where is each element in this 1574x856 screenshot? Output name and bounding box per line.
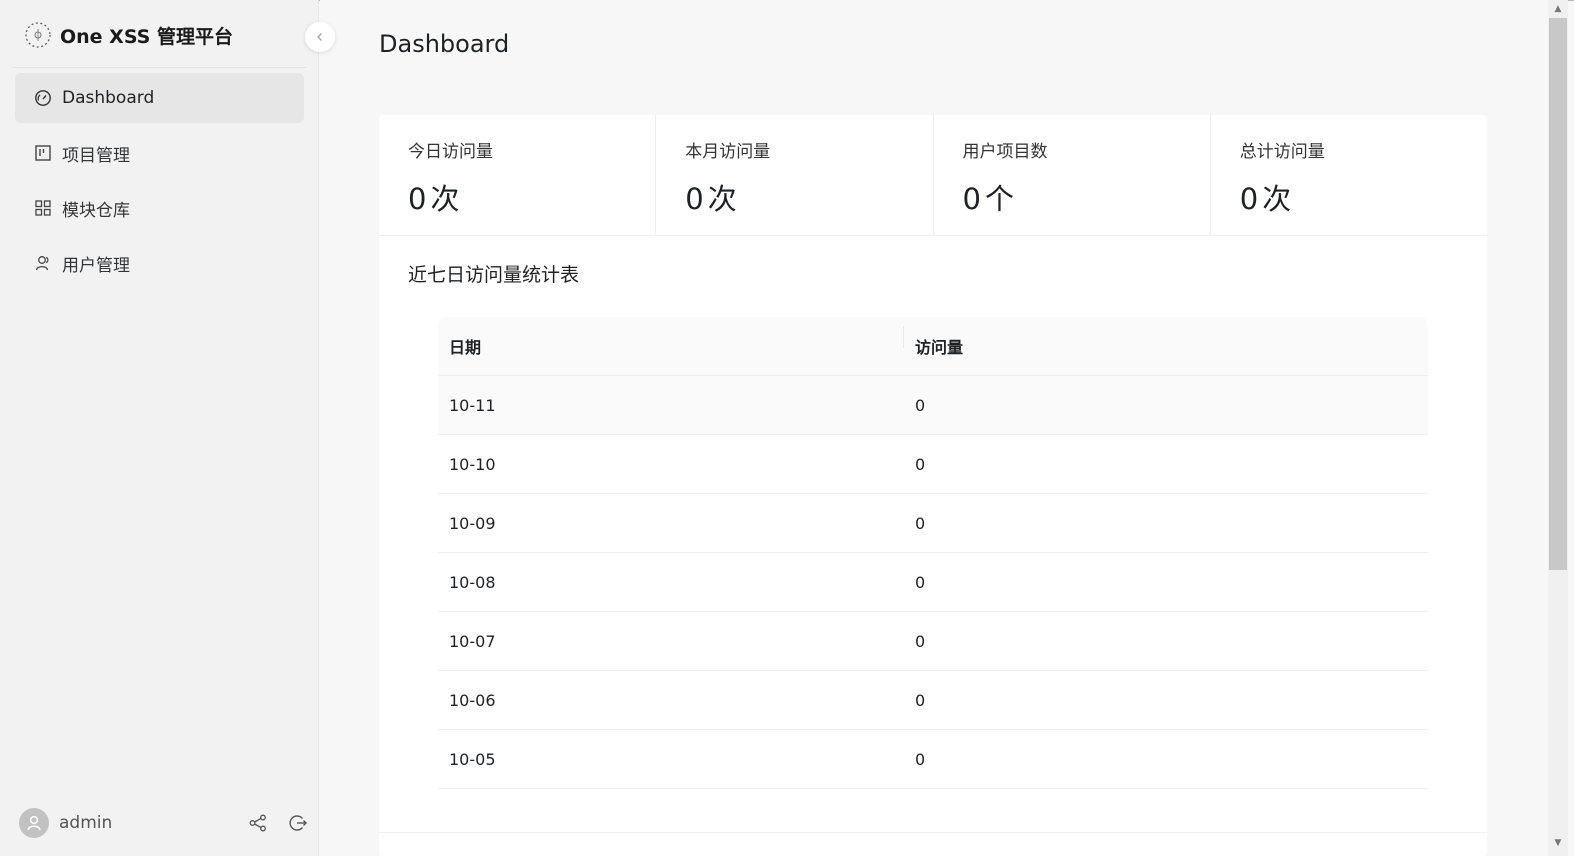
- table-row: 10-07 0: [438, 612, 1428, 671]
- table-row: 10-05 0: [438, 730, 1428, 789]
- brand-title: One XSS 管理平台: [60, 25, 233, 48]
- visits-table: 日期 访问量 10-11 0 10-10 0 10-09 0 10-08 0 1…: [438, 317, 1428, 789]
- stat-value: 0次: [1239, 182, 1292, 216]
- cell-date: 10-07: [449, 631, 496, 651]
- cell-visits: 0: [915, 454, 926, 474]
- sidebar-menu: Dashboard 项目管理 模块仓库 用户管理: [15, 73, 304, 293]
- logout-icon[interactable]: [287, 812, 309, 834]
- cell-visits: 0: [915, 513, 926, 533]
- cell-visits: 0: [915, 395, 926, 415]
- cell-visits: 0: [915, 631, 926, 651]
- avatar[interactable]: [19, 808, 49, 838]
- table-title: 近七日访问量统计表: [408, 264, 580, 286]
- column-header-date[interactable]: 日期: [438, 326, 904, 358]
- user-icon: [27, 815, 41, 831]
- main-content: Dashboard 今日访问量 0次 本月访问量 0次 用户项目数 0个 总计访…: [320, 0, 1548, 856]
- cell-date: 10-09: [449, 513, 496, 533]
- project-icon: [34, 144, 52, 162]
- sidebar-item-modules[interactable]: 模块仓库: [15, 183, 304, 233]
- dashboard-icon: [34, 89, 52, 107]
- table-header: 日期 访问量: [438, 317, 1428, 376]
- modules-icon: [34, 199, 52, 217]
- dashboard-card: 今日访问量 0次 本月访问量 0次 用户项目数 0个 总计访问量 0次 近七日访…: [379, 115, 1487, 856]
- stat-value: 0个: [962, 182, 1014, 216]
- stat-today-visits: 今日访问量 0次: [379, 115, 657, 235]
- stat-month-visits: 本月访问量 0次: [656, 115, 934, 235]
- stat-value: 0次: [685, 182, 737, 216]
- vertical-scrollbar[interactable]: ▲ ▼: [1548, 0, 1568, 856]
- sidebar-item-dashboard[interactable]: Dashboard: [15, 73, 304, 123]
- sidebar-divider: [12, 67, 306, 68]
- sidebar: One XSS 管理平台 Dashboard 项目管理 模块仓库 用户管理 ad…: [0, 0, 319, 856]
- cell-visits: 0: [915, 749, 926, 769]
- scroll-down-icon[interactable]: ▼: [1552, 838, 1564, 848]
- cell-date: 10-05: [449, 749, 496, 769]
- cell-date: 10-11: [449, 395, 496, 415]
- card-divider: [379, 832, 1487, 833]
- stat-label: 今日访问量: [408, 142, 493, 162]
- stat-total-visits: 总计访问量 0次: [1211, 115, 1487, 235]
- table-row: 10-06 0: [438, 671, 1428, 730]
- scrollbar-thumb[interactable]: [1549, 18, 1567, 570]
- cell-date: 10-10: [449, 454, 496, 474]
- cell-date: 10-08: [449, 572, 496, 592]
- scroll-up-icon[interactable]: ▲: [1552, 4, 1564, 14]
- cell-visits: 0: [915, 572, 926, 592]
- users-icon: [34, 254, 52, 272]
- stat-label: 用户项目数: [962, 142, 1048, 162]
- stat-label: 总计访问量: [1239, 142, 1325, 162]
- sidebar-item-label: 项目管理: [62, 145, 130, 166]
- page-title: Dashboard: [379, 30, 510, 58]
- chevron-left-icon: [317, 33, 322, 41]
- cell-visits: 0: [915, 690, 926, 710]
- cell-date: 10-06: [449, 690, 496, 710]
- sidebar-item-projects[interactable]: 项目管理: [15, 128, 304, 178]
- stat-label: 本月访问量: [685, 142, 771, 162]
- user-name: admin: [59, 813, 113, 833]
- table-row: 10-09 0: [438, 494, 1428, 553]
- table-row: 10-11 0: [438, 376, 1428, 435]
- table-row: 10-08 0: [438, 553, 1428, 612]
- share-icon[interactable]: [247, 812, 269, 834]
- sidebar-item-label: 用户管理: [62, 255, 130, 276]
- sidebar-item-label: Dashboard: [62, 88, 155, 108]
- table-row: 10-10 0: [438, 435, 1428, 494]
- user-bar: admin: [19, 807, 309, 839]
- stat-value: 0次: [408, 182, 460, 216]
- sidebar-item-label: 模块仓库: [62, 200, 130, 221]
- collapse-sidebar-button[interactable]: [305, 22, 335, 52]
- logo-icon: [25, 22, 51, 48]
- stat-user-projects: 用户项目数 0个: [934, 115, 1211, 235]
- column-header-visits[interactable]: 访问量: [904, 334, 963, 358]
- stats-row: 今日访问量 0次 本月访问量 0次 用户项目数 0个 总计访问量 0次: [379, 115, 1487, 236]
- brand[interactable]: One XSS 管理平台: [24, 18, 233, 52]
- sidebar-item-users[interactable]: 用户管理: [15, 238, 304, 288]
